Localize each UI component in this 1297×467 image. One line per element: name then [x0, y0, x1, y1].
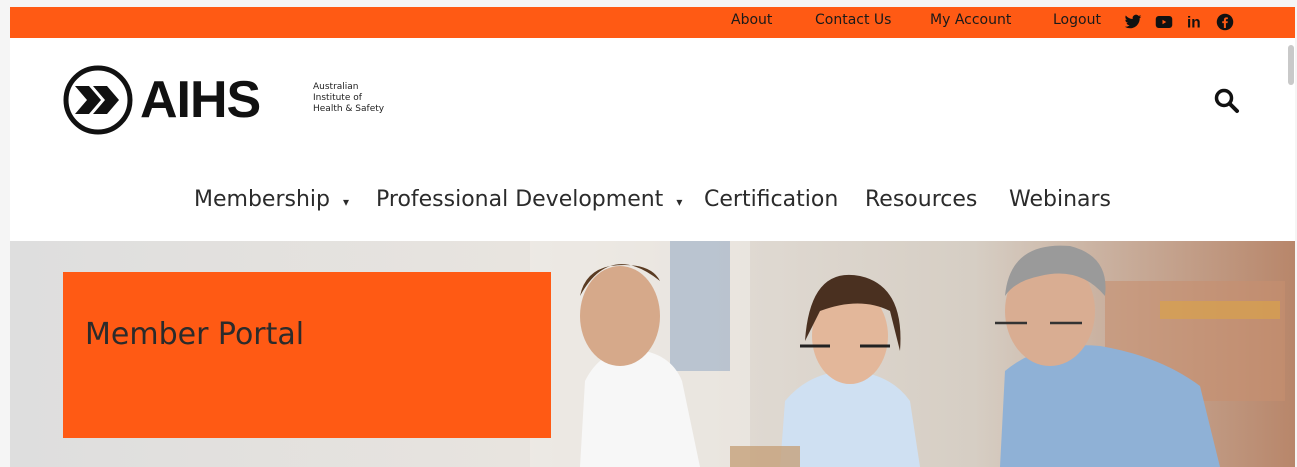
nav-certification[interactable]: Certification	[704, 187, 838, 212]
top-bar: About Contact Us My Account Logout in	[10, 7, 1295, 38]
logo-subtitle-line-2: Institute of	[313, 93, 362, 103]
my-account-link[interactable]: My Account	[930, 12, 1011, 28]
logo-subtitle-line-3: Health & Safety	[313, 104, 385, 114]
chevron-down-icon: ▾	[676, 195, 683, 209]
page-frame: About Contact Us My Account Logout in AI…	[10, 7, 1295, 467]
aihs-logo[interactable]: AIHS Australian Institute of Health & Sa…	[63, 64, 403, 135]
youtube-icon[interactable]	[1155, 12, 1173, 32]
nav-membership-label: Membership	[194, 187, 330, 212]
contact-us-link[interactable]: Contact Us	[815, 12, 891, 28]
search-icon[interactable]	[1213, 87, 1241, 115]
svg-text:in: in	[1187, 14, 1201, 31]
chevron-down-icon: ▾	[342, 195, 350, 209]
logo-subtitle-line-1: Australian	[313, 82, 359, 92]
nav-resources[interactable]: Resources	[865, 187, 977, 212]
nav-professional-development[interactable]: Professional Development ▾	[376, 187, 682, 212]
logo-wordmark: AIHS	[140, 71, 261, 129]
page-title: Member Portal	[85, 317, 305, 352]
about-link[interactable]: About	[731, 12, 772, 28]
site-header: AIHS Australian Institute of Health & Sa…	[10, 38, 1295, 241]
nav-professional-development-label: Professional Development	[376, 187, 664, 212]
scrollbar[interactable]	[1288, 45, 1294, 85]
nav-membership[interactable]: Membership ▾	[194, 187, 349, 212]
facebook-icon[interactable]	[1216, 12, 1234, 32]
linkedin-icon[interactable]: in	[1187, 12, 1207, 32]
logout-link[interactable]: Logout	[1053, 12, 1101, 28]
member-portal-panel: Member Portal	[63, 272, 551, 438]
nav-webinars[interactable]: Webinars	[1009, 187, 1111, 212]
hero-banner: Member Portal	[10, 241, 1295, 467]
twitter-icon[interactable]	[1124, 12, 1142, 32]
logo-subtitle: Australian Institute of Health & Safety	[313, 82, 384, 115]
